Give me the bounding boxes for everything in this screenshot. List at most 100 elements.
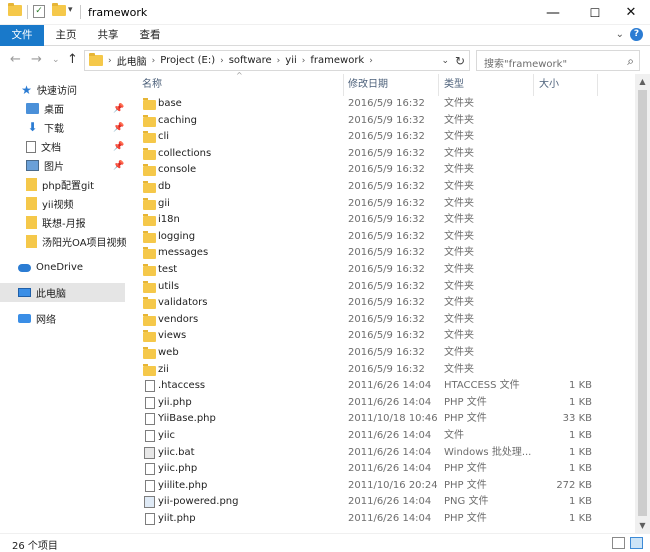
file-type: PHP 文件 [444, 463, 487, 475]
table-row[interactable]: console 2016/5/9 16:32 文件夹 [130, 162, 635, 179]
column-header-name[interactable]: 名称 [142, 74, 342, 96]
breadcrumb-item[interactable]: yii [285, 55, 296, 66]
search-input[interactable]: 搜索"framework" ⌕ [476, 50, 640, 71]
table-row[interactable]: yiic 2011/6/26 14:04 文件 1 KB [130, 428, 635, 445]
tab-home[interactable]: 主页 [46, 25, 86, 46]
table-row[interactable]: test 2016/5/9 16:32 文件夹 [130, 262, 635, 279]
breadcrumb-item[interactable]: framework [310, 55, 364, 66]
breadcrumb-item[interactable]: 此电脑 [117, 53, 147, 68]
sidebar-item-this-pc[interactable]: 此电脑 [0, 283, 125, 302]
breadcrumb-item[interactable]: software [229, 55, 272, 66]
chevron-right-icon[interactable]: › [369, 56, 373, 66]
address-history-icon[interactable]: ⌄ [441, 51, 449, 70]
table-row[interactable]: yii.php 2011/6/26 14:04 PHP 文件 1 KB [130, 395, 635, 412]
scroll-thumb[interactable] [638, 90, 647, 516]
pictures-icon [26, 160, 39, 171]
pin-icon[interactable]: 📌 [113, 104, 124, 114]
sidebar-item-quick-access[interactable]: ★ 快速访问 [20, 80, 148, 99]
column-header-size[interactable]: 大小 [539, 74, 597, 96]
chevron-right-icon[interactable]: › [152, 56, 156, 66]
breadcrumb-item[interactable]: Project (E:) [160, 55, 215, 66]
table-row[interactable]: i18n 2016/5/9 16:32 文件夹 [130, 212, 635, 229]
table-row[interactable]: cli 2016/5/9 16:32 文件夹 [130, 129, 635, 146]
sidebar-item-onedrive[interactable]: OneDrive [18, 258, 128, 277]
chevron-right-icon[interactable]: › [108, 56, 112, 66]
table-row[interactable]: gii 2016/5/9 16:32 文件夹 [130, 196, 635, 213]
table-row[interactable]: messages 2016/5/9 16:32 文件夹 [130, 245, 635, 262]
chevron-right-icon[interactable]: › [302, 56, 306, 66]
column-header-date[interactable]: 修改日期 [348, 74, 436, 96]
table-row[interactable]: views 2016/5/9 16:32 文件夹 [130, 328, 635, 345]
table-row[interactable]: yii-powered.png 2011/6/26 14:04 PNG 文件 1 KB [130, 494, 635, 511]
table-row[interactable]: yiic.php 2011/6/26 14:04 PHP 文件 1 KB [130, 461, 635, 478]
search-icon[interactable]: ⌕ [627, 54, 634, 69]
new-folder-icon[interactable] [52, 3, 66, 16]
sidebar-item-network[interactable]: 网络 [18, 309, 128, 328]
maximize-button[interactable]: ☐ [578, 0, 612, 25]
forward-icon[interactable]: → [31, 52, 42, 67]
folder-icon [143, 197, 156, 210]
refresh-icon[interactable]: ↻ [455, 51, 465, 70]
table-row[interactable]: web 2016/5/9 16:32 文件夹 [130, 345, 635, 362]
column-header-type[interactable]: 类型 [444, 74, 532, 96]
sidebar-item-label: 桌面 [44, 105, 64, 116]
recent-locations-icon[interactable]: ⌄ [52, 55, 60, 65]
folder-icon [26, 216, 37, 229]
table-row[interactable]: collections 2016/5/9 16:32 文件夹 [130, 146, 635, 163]
properties-icon[interactable]: ✓ [33, 5, 45, 18]
table-row[interactable]: vendors 2016/5/9 16:32 文件夹 [130, 312, 635, 329]
large-icons-view-icon[interactable] [630, 537, 643, 549]
chevron-down-icon[interactable]: ⌄ [616, 29, 624, 40]
up-icon[interactable]: ↑ [67, 52, 78, 67]
file-type: 文件夹 [444, 214, 474, 226]
vertical-scrollbar[interactable]: ▲ ▼ [635, 74, 650, 533]
tab-file[interactable]: 文件 [0, 25, 44, 46]
sidebar-item-documents[interactable]: 文档 📌 [26, 137, 128, 156]
sidebar-item-desktop[interactable]: 桌面 📌 [26, 99, 128, 118]
pin-icon[interactable]: 📌 [113, 161, 124, 171]
column-divider[interactable] [343, 74, 344, 96]
table-row[interactable]: validators 2016/5/9 16:32 文件夹 [130, 295, 635, 312]
table-row[interactable]: caching 2016/5/9 16:32 文件夹 [130, 113, 635, 130]
table-row[interactable]: logging 2016/5/9 16:32 文件夹 [130, 229, 635, 246]
table-row[interactable]: yiit.php 2011/6/26 14:04 PHP 文件 1 KB [130, 511, 635, 528]
table-row[interactable]: .htaccess 2011/6/26 14:04 HTACCESS 文件 1 KB [130, 378, 635, 395]
sidebar-item-pictures[interactable]: 图片 📌 [26, 156, 128, 175]
sidebar-item-label: php配置git [42, 181, 95, 192]
column-divider[interactable] [533, 74, 534, 96]
table-row[interactable]: yiic.bat 2011/6/26 14:04 Windows 批处理... 1 K… [130, 445, 635, 462]
file-icon [145, 479, 155, 492]
tab-share[interactable]: 共享 [88, 25, 128, 46]
sidebar-item-yii-video[interactable]: yii视频 [26, 194, 128, 213]
customize-toolbar-icon[interactable]: ▾ [68, 5, 73, 15]
close-button[interactable]: ✕ [614, 0, 648, 25]
chevron-right-icon[interactable]: › [277, 56, 281, 66]
back-icon[interactable]: ← [10, 52, 21, 67]
tab-view[interactable]: 查看 [130, 25, 170, 46]
file-type: 文件夹 [444, 280, 474, 292]
sidebar-item-label: OneDrive [36, 262, 84, 273]
sidebar-item-oa-video[interactable]: 汤阳光OA项目视频 [26, 232, 128, 251]
file-name: yii-powered.png [158, 496, 239, 508]
column-divider[interactable] [597, 74, 598, 96]
column-divider[interactable] [438, 74, 439, 96]
table-row[interactable]: utils 2016/5/9 16:32 文件夹 [130, 279, 635, 296]
table-row[interactable]: yiilite.php 2011/10/16 20:24 PHP 文件 272 KB [130, 478, 635, 495]
sidebar-item-lenovo-report[interactable]: 联想-月报 [26, 213, 128, 232]
status-bar: 26 个项目 [0, 533, 650, 552]
minimize-button[interactable]: — [536, 0, 570, 25]
help-icon[interactable]: ? [630, 28, 643, 41]
pin-icon[interactable]: 📌 [113, 142, 124, 152]
scroll-down-icon[interactable]: ▼ [635, 518, 650, 533]
chevron-right-icon[interactable]: › [220, 56, 224, 66]
pin-icon[interactable]: 📌 [113, 123, 124, 133]
table-row[interactable]: base 2016/5/9 16:32 文件夹 [130, 96, 635, 113]
sidebar-item-downloads[interactable]: ⬇ 下载 📌 [26, 118, 128, 137]
table-row[interactable]: zii 2016/5/9 16:32 文件夹 [130, 362, 635, 379]
scroll-up-icon[interactable]: ▲ [635, 74, 650, 89]
sidebar-item-php-git[interactable]: php配置git [26, 175, 128, 194]
table-row[interactable]: YiiBase.php 2011/10/18 10:46 PHP 文件 33 KB [130, 411, 635, 428]
table-row[interactable]: db 2016/5/9 16:32 文件夹 [130, 179, 635, 196]
details-view-icon[interactable] [612, 537, 625, 549]
address-bar[interactable]: › 此电脑 › Project (E:) › software › yii › … [84, 50, 470, 71]
